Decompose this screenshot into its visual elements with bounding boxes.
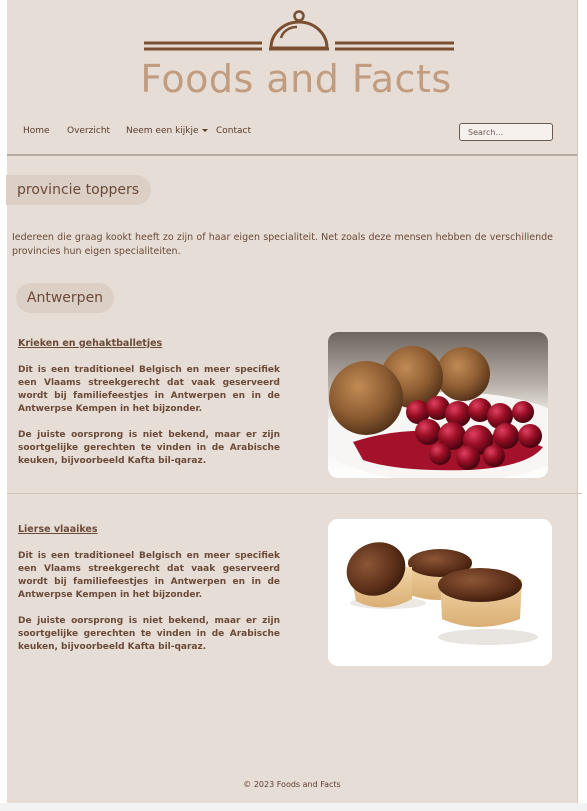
nav-neem-een-kijkje-label: Neem een kijkje xyxy=(126,126,199,136)
dish-paragraph: De juiste oorsprong is niet bekend, maar… xyxy=(18,616,280,652)
dish-title: Krieken en gehaktballetjes xyxy=(18,338,163,349)
dish-photo-lierse-vlaaikes xyxy=(328,519,552,666)
nav-contact-link[interactable]: Contact xyxy=(216,126,251,136)
dish-photo-krieken xyxy=(328,332,548,478)
cloche-icon xyxy=(144,10,454,51)
search-input[interactable] xyxy=(459,123,553,141)
footer-copyright: © 2023 Foods and Facts xyxy=(243,780,341,789)
section-intro: Iedereen die graag kookt heeft zo zijn o… xyxy=(12,232,553,257)
section-title: provincie toppers xyxy=(6,175,152,205)
nav-neem-een-kijkje-dropdown[interactable]: Neem een kijkje xyxy=(126,126,208,136)
nav-divider xyxy=(7,154,577,156)
bottom-strip xyxy=(0,803,587,811)
nav-home-link[interactable]: Home xyxy=(23,126,50,136)
dish-paragraph: Dit is een traditioneel Belgisch en meer… xyxy=(18,551,280,600)
site-logo[interactable]: Foods and Facts xyxy=(137,10,455,101)
nav-overzicht-link[interactable]: Overzicht xyxy=(67,126,110,136)
dish-description: Dit is een traditioneel Belgisch en meer… xyxy=(18,550,280,667)
section-divider xyxy=(7,493,582,494)
dish-description: Dit is een traditioneel Belgisch en meer… xyxy=(18,364,280,481)
dish-paragraph: De juiste oorsprong is niet bekend, maar… xyxy=(18,430,280,466)
dish-title: Lierse vlaaikes xyxy=(18,524,98,535)
dish-paragraph: Dit is een traditioneel Belgisch en meer… xyxy=(18,365,280,414)
caret-down-icon xyxy=(201,129,208,132)
brand-name: Foods and Facts xyxy=(140,57,452,101)
province-heading: Antwerpen xyxy=(16,283,114,313)
page-container: Foods and Facts Home Overzicht Neem een … xyxy=(6,0,582,803)
